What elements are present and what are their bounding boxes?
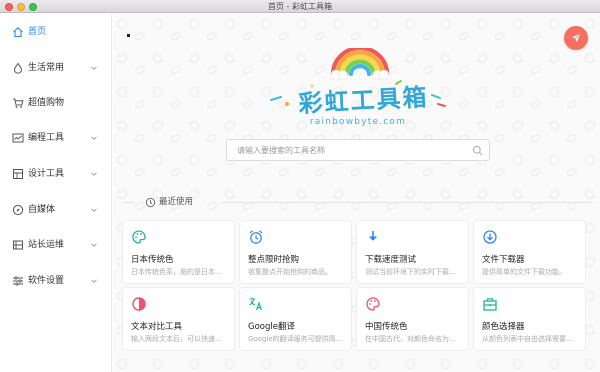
chevron-down-icon — [91, 172, 97, 176]
compass-icon — [12, 204, 24, 216]
tool-card-description: Google的翻译服务可提供简… — [248, 335, 343, 343]
contrast-icon — [132, 297, 146, 311]
design-icon — [13, 169, 23, 179]
sidebar-item-label: 超值购物 — [28, 98, 65, 108]
water-drop-icon — [13, 62, 23, 74]
tool-card-title: Google翻译 — [248, 322, 295, 332]
sidebar-item-webmaster[interactable]: 站长运维 — [0, 233, 112, 257]
tool-card-description: 提供简单的文件下载功能。 — [482, 268, 566, 276]
chevron-down-icon — [91, 243, 97, 247]
tool-card-title: 中国传统色 — [365, 322, 408, 332]
sidebar-item-media[interactable]: 自媒体 — [0, 198, 112, 222]
chevron-down-icon — [91, 208, 97, 212]
window-controls — [5, 2, 37, 11]
chevron-down-icon — [91, 279, 97, 283]
tool-card-description: 从颜色列表中自由选择需要… — [482, 335, 573, 343]
sidebar-item-label: 首页 — [28, 27, 47, 37]
logo-domain: rainbowbyte.com — [309, 117, 407, 127]
sidebar-item-shopping[interactable]: 超值购物 — [0, 91, 112, 115]
rocket-icon — [572, 33, 581, 42]
tool-card-title: 整点限时抢购 — [248, 255, 300, 265]
sidebar-item-label: 设计工具 — [28, 169, 65, 179]
window-titlebar: 首页 - 彩虹工具箱 — [0, 0, 600, 13]
alarm-clock-icon — [249, 230, 263, 244]
recent-label: 最近使用 — [159, 197, 194, 207]
toolbox-icon — [483, 298, 497, 311]
sidebar-item-label: 生活常用 — [28, 63, 65, 73]
server-icon — [13, 240, 23, 250]
sidebar-item-home[interactable]: 首页 — [0, 20, 112, 44]
tool-card[interactable]: 日本传统色 日本传统色系，施的是日本… — [123, 221, 234, 283]
divider — [221, 202, 593, 203]
sliders-icon — [13, 276, 23, 286]
sidebar-item-life[interactable]: 生活常用 — [0, 56, 112, 80]
sidebar-item-programming[interactable]: 编程工具 — [0, 126, 112, 150]
sidebar-item-design[interactable]: 设计工具 — [0, 162, 112, 186]
window-title: 首页 - 彩虹工具箱 — [268, 2, 332, 11]
mouse-cursor — [127, 34, 130, 37]
sidebar: 首页 生活常用 超值购物 编程工具 设计工具 自媒体 站长运维 软件设置 — [0, 14, 112, 372]
tool-card-description: 收集整点开始抢购的商品。 — [248, 268, 332, 276]
tool-card-title: 文本对比工具 — [131, 322, 183, 332]
search-icon[interactable] — [472, 145, 483, 156]
recent-section-header: 最近使用 — [123, 196, 593, 210]
search-input[interactable]: 请输入要搜索的工具名称 — [237, 145, 325, 156]
cart-icon — [13, 98, 24, 108]
sidebar-item-settings[interactable]: 软件设置 — [0, 269, 112, 293]
sidebar-item-label: 站长运维 — [28, 240, 65, 250]
tool-card[interactable]: 中国传统色 在中国古代，对颜色命名为… — [357, 288, 468, 350]
code-window-icon — [12, 133, 24, 143]
tool-card[interactable]: Google翻译 Google的翻译服务可提供简… — [240, 288, 351, 350]
close-window-button[interactable] — [5, 2, 13, 11]
tool-card-description: 输入两段文本后，可以快速… — [131, 335, 222, 343]
tool-card-title: 日本传统色 — [131, 255, 174, 265]
tool-card-title: 下载速度测试 — [365, 255, 417, 265]
tool-card[interactable]: 颜色选择器 从颜色列表中自由选择需要… — [474, 288, 585, 350]
sidebar-item-label: 编程工具 — [28, 133, 65, 143]
maximize-window-button[interactable] — [29, 2, 37, 11]
chevron-down-icon — [91, 66, 97, 70]
translate-icon — [249, 297, 263, 311]
tool-card-description: 测试当前环境下的实时下载… — [365, 268, 456, 276]
home-icon — [13, 27, 23, 38]
chevron-down-icon — [91, 136, 97, 140]
tool-card-description: 日本传统色系，施的是日本… — [131, 268, 222, 276]
clock-icon — [145, 197, 156, 208]
minimize-window-button[interactable] — [17, 2, 25, 11]
sidebar-item-label: 自媒体 — [28, 205, 56, 215]
tool-card[interactable]: 文本对比工具 输入两段文本后，可以快速… — [123, 288, 234, 350]
download-arrow-icon — [368, 231, 378, 241]
tool-card[interactable]: 文件下载器 提供简单的文件下载功能。 — [474, 221, 585, 283]
svg-text:彩虹工具箱: 彩虹工具箱 — [297, 83, 429, 118]
divider — [123, 202, 133, 203]
tool-card-title: 文件下载器 — [482, 255, 525, 265]
tool-card[interactable]: 整点限时抢购 收集整点开始抢购的商品。 — [240, 221, 351, 283]
sidebar-item-label: 软件设置 — [28, 276, 65, 286]
tool-card-description: 在中国古代，对颜色命名为… — [365, 335, 456, 343]
palette-icon — [132, 230, 146, 244]
search-box[interactable]: 请输入要搜索的工具名称 — [226, 139, 490, 161]
tool-card-title: 颜色选择器 — [482, 322, 525, 332]
download-circle-icon — [483, 230, 497, 244]
tool-card[interactable]: 下载速度测试 测试当前环境下的实时下载… — [357, 221, 468, 283]
rocket-button[interactable] — [564, 26, 588, 50]
palette-icon — [366, 297, 380, 311]
main-content: 彩虹工具箱 rainbowbyte.com 请输入要搜索的工具名称 最近使用 日… — [113, 14, 600, 372]
